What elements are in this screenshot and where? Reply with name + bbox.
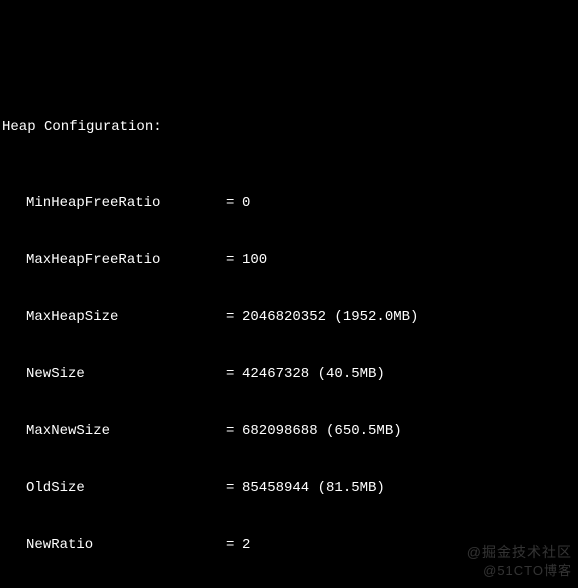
config-row: OldSize=85458944 (81.5MB) [2,479,576,498]
config-value: 2 [242,537,250,553]
config-row: MinHeapFreeRatio=0 [2,194,576,213]
config-value: 100 [242,252,267,268]
config-value: 682098688 (650.5MB) [242,423,402,439]
heap-configuration-section: Heap Configuration: MinHeapFreeRatio=0 M… [2,80,576,588]
terminal-output: Heap Configuration: MinHeapFreeRatio=0 M… [0,0,578,588]
equals-sign: = [226,365,242,384]
equals-sign: = [226,479,242,498]
config-row: MaxHeapFreeRatio=100 [2,251,576,270]
config-name: NewSize [26,365,226,384]
heap-configuration-title: Heap Configuration: [2,118,576,137]
config-value: 0 [242,195,250,211]
equals-sign: = [226,251,242,270]
equals-sign: = [226,536,242,555]
config-name: OldSize [26,479,226,498]
equals-sign: = [226,194,242,213]
config-row: MaxHeapSize=2046820352 (1952.0MB) [2,308,576,327]
config-row: MaxNewSize=682098688 (650.5MB) [2,422,576,441]
config-name: MaxHeapSize [26,308,226,327]
equals-sign: = [226,422,242,441]
config-name: MaxHeapFreeRatio [26,251,226,270]
config-value: 42467328 (40.5MB) [242,366,385,382]
config-row: NewRatio=2 [2,536,576,555]
config-value: 85458944 (81.5MB) [242,480,385,496]
config-name: MinHeapFreeRatio [26,194,226,213]
equals-sign: = [226,308,242,327]
config-name: MaxNewSize [26,422,226,441]
config-name: NewRatio [26,536,226,555]
config-value: 2046820352 (1952.0MB) [242,309,418,325]
config-row: NewSize=42467328 (40.5MB) [2,365,576,384]
